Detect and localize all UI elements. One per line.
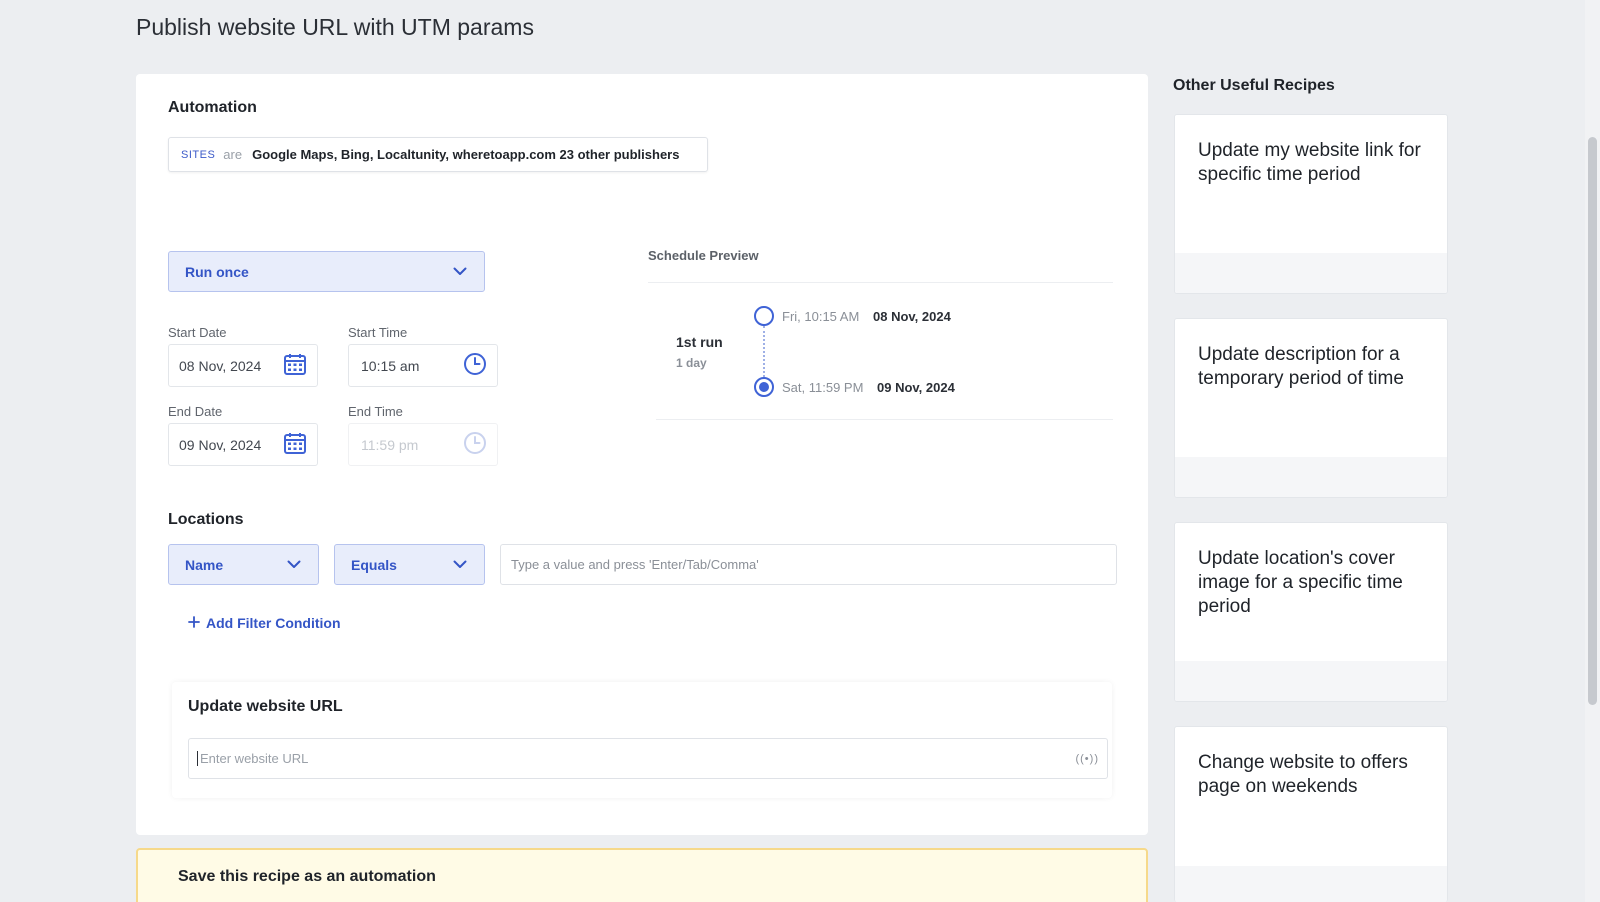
end-time-value: 11:59 pm xyxy=(361,436,419,453)
timeline-end-date: 09 Nov, 2024 xyxy=(877,380,955,395)
update-website-url-card: Update website URL ((•)) xyxy=(172,682,1112,798)
recipe-title: Update description for a temporary perio… xyxy=(1198,344,1404,389)
recipe-title: Update my website link for specific time… xyxy=(1198,140,1421,185)
plus-icon xyxy=(188,615,200,631)
run-label: 1st run xyxy=(676,334,723,350)
timeline-end-dot xyxy=(754,377,774,397)
recipe-footer xyxy=(1175,457,1447,497)
location-operator-select[interactable]: Equals xyxy=(334,544,485,585)
update-website-url-heading: Update website URL xyxy=(188,698,343,715)
sites-value: Google Maps, Bing, Localtunity, wheretoa… xyxy=(252,147,680,162)
add-filter-condition-button[interactable]: Add Filter Condition xyxy=(188,615,341,631)
recipe-card[interactable]: Update my website link for specific time… xyxy=(1174,114,1448,294)
chevron-down-icon xyxy=(452,264,468,280)
timeline-end-time: Sat, 11:59 PM xyxy=(782,380,864,395)
timeline-connector xyxy=(763,326,765,377)
automation-heading: Automation xyxy=(168,99,257,116)
start-time-field[interactable]: 10:15 am xyxy=(348,344,498,387)
recipe-card[interactable]: Change website to offers page on weekend… xyxy=(1174,726,1448,902)
location-operator-value: Equals xyxy=(351,556,397,573)
add-filter-label: Add Filter Condition xyxy=(206,615,341,631)
run-duration: 1 day xyxy=(676,356,707,370)
recipe-footer xyxy=(1175,661,1447,701)
save-recipe-title: Save this recipe as an automation xyxy=(178,868,436,885)
recipe-footer xyxy=(1175,866,1447,902)
calendar-icon[interactable] xyxy=(283,431,307,458)
page-title: Publish website URL with UTM params xyxy=(136,14,534,40)
clock-icon[interactable] xyxy=(463,352,487,379)
website-url-field[interactable]: ((•)) xyxy=(188,738,1108,779)
start-time-label: Start Time xyxy=(348,325,408,340)
clock-icon xyxy=(463,431,487,458)
sites-key: SITES xyxy=(181,148,216,161)
frequency-select[interactable]: Run once xyxy=(168,251,485,292)
schedule-preview-divider xyxy=(648,282,1113,283)
automation-card: Automation SITES are Google Maps, Bing, … xyxy=(136,74,1148,835)
start-date-label: Start Date xyxy=(168,325,227,340)
start-date-field[interactable]: 08 Nov, 2024 xyxy=(168,344,318,387)
save-recipe-banner: Save this recipe as an automation xyxy=(136,848,1148,902)
recipe-title: Change website to offers page on weekend… xyxy=(1198,752,1408,797)
timeline-start-date: 08 Nov, 2024 xyxy=(873,309,951,324)
end-date-field[interactable]: 09 Nov, 2024 xyxy=(168,423,318,466)
scrollbar-thumb[interactable] xyxy=(1588,137,1597,705)
start-date-value: 08 Nov, 2024 xyxy=(179,357,262,374)
end-date-label: End Date xyxy=(168,404,223,419)
recipe-card[interactable]: Update location's cover image for a spec… xyxy=(1174,522,1448,702)
calendar-icon[interactable] xyxy=(283,352,307,379)
schedule-preview-title: Schedule Preview xyxy=(648,248,759,263)
other-recipes-heading: Other Useful Recipes xyxy=(1173,77,1335,94)
location-value-input[interactable] xyxy=(500,544,1117,585)
sites-filter-chip[interactable]: SITES are Google Maps, Bing, Localtunity… xyxy=(168,137,708,172)
website-url-input[interactable] xyxy=(197,751,1076,766)
timeline-start-dot xyxy=(754,306,774,326)
recipe-card[interactable]: Update description for a temporary perio… xyxy=(1174,318,1448,498)
locations-heading: Locations xyxy=(168,511,244,528)
recipe-footer xyxy=(1175,253,1447,293)
chevron-down-icon xyxy=(286,557,302,573)
location-field-value: Name xyxy=(185,556,224,573)
schedule-preview-bottom-divider xyxy=(656,419,1113,420)
end-time-field: 11:59 pm xyxy=(348,423,498,466)
end-date-value: 09 Nov, 2024 xyxy=(179,436,262,453)
timeline-start-time: Fri, 10:15 AM xyxy=(782,309,860,324)
recipe-title: Update location's cover image for a spec… xyxy=(1198,548,1403,617)
end-time-label: End Time xyxy=(348,404,403,419)
variable-icon[interactable]: ((•)) xyxy=(1075,753,1099,765)
location-field-select[interactable]: Name xyxy=(168,544,319,585)
start-time-value: 10:15 am xyxy=(361,357,420,374)
sites-operator: are xyxy=(223,147,243,162)
frequency-value: Run once xyxy=(185,263,249,280)
chevron-down-icon xyxy=(452,557,468,573)
